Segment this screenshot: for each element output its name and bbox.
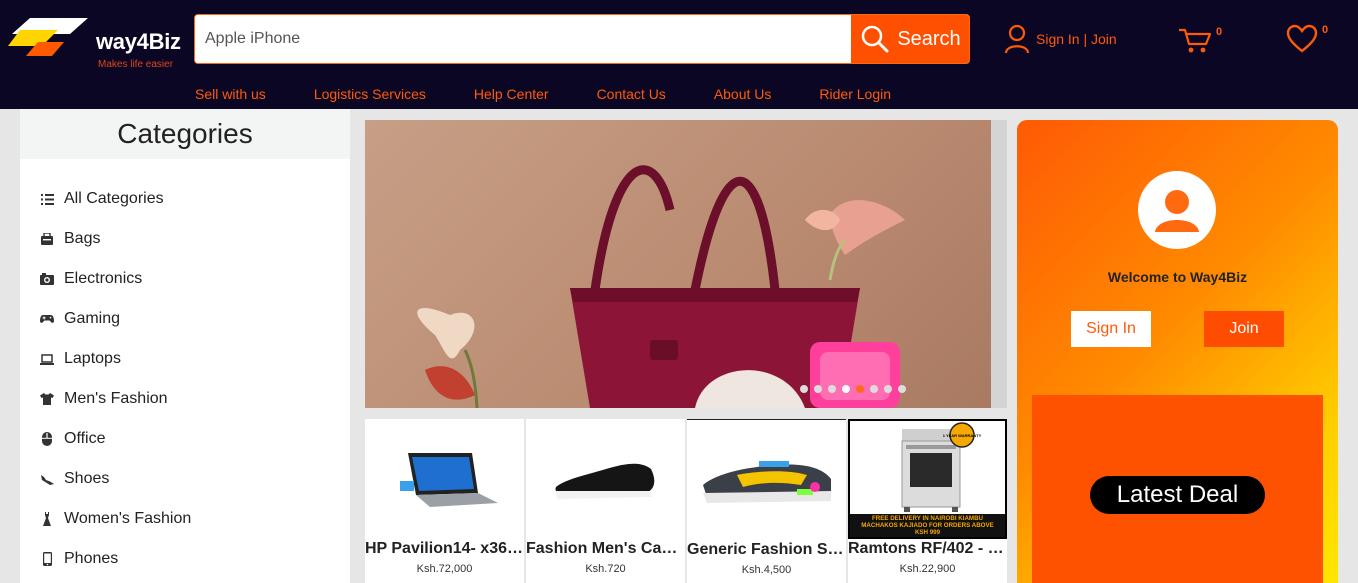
top-nav: Sell with us Logistics Services Help Cen… xyxy=(195,86,939,102)
category-mens-fashion[interactable]: Men's Fashion xyxy=(20,379,350,419)
carousel-dots xyxy=(800,385,906,393)
latest-deal-box: Latest Deal xyxy=(1032,395,1323,583)
categories-panel: Categories All Categories Bags Electroni… xyxy=(20,109,350,583)
product-price: Ksh.720 xyxy=(585,563,626,575)
logo-mark-icon xyxy=(8,18,88,56)
nav-logistics-services[interactable]: Logistics Services xyxy=(314,86,426,102)
avatar xyxy=(1138,171,1216,249)
nav-sell-with-us[interactable]: Sell with us xyxy=(195,86,266,102)
category-label: Phones xyxy=(64,550,119,567)
category-label: Laptops xyxy=(64,350,121,367)
category-label: Bags xyxy=(64,230,101,247)
cart-count: 0 xyxy=(1216,26,1223,38)
join-button[interactable]: Join xyxy=(1204,311,1284,347)
category-shoes[interactable]: Shoes xyxy=(20,459,350,499)
header: way4Biz Makes life easier Search Sign In… xyxy=(0,0,1358,109)
laptop-image xyxy=(365,419,524,539)
product-card[interactable]: HP Pavilion14- x360 Touchscreen Ksh.72,0… xyxy=(365,419,524,583)
category-bags[interactable]: Bags xyxy=(20,219,350,259)
cart-icon xyxy=(1179,28,1212,53)
carousel-dot[interactable] xyxy=(842,385,850,393)
category-all-categories[interactable]: All Categories xyxy=(20,179,350,219)
product-card[interactable]: 1 YEAR WARRANTY FREE DELIVERY IN NAIROBI… xyxy=(848,419,1007,583)
category-label: Men's Fashion xyxy=(64,390,168,407)
carousel-dot[interactable] xyxy=(884,385,892,393)
mouse-icon xyxy=(40,432,54,446)
shoe-icon xyxy=(40,472,54,486)
product-row: HP Pavilion14- x360 Touchscreen Ksh.72,0… xyxy=(365,419,1007,583)
cart-button[interactable]: 0 xyxy=(1178,26,1222,54)
heart-icon xyxy=(1286,24,1318,53)
category-label: Women's Fashion xyxy=(64,510,192,527)
product-card[interactable]: Fashion Men's Casual Shoes Ksh.720 xyxy=(526,419,685,583)
carousel-dot[interactable] xyxy=(800,385,808,393)
carousel-dot[interactable] xyxy=(828,385,836,393)
wishlist-count: 0 xyxy=(1322,24,1329,36)
signin-join-label: Sign In | Join xyxy=(1036,31,1117,47)
product-name: Fashion Men's Casual Shoes xyxy=(526,540,685,557)
sneaker-image xyxy=(687,420,846,540)
laptop-icon xyxy=(40,352,54,366)
delivery-promo-text: FREE DELIVERY IN NAIROBI KIAMBU MACHAKOS… xyxy=(861,515,994,536)
search-input[interactable] xyxy=(195,15,851,63)
category-phones[interactable]: Phones xyxy=(20,539,350,579)
handbag-promo-image xyxy=(417,165,905,408)
category-label: Office xyxy=(64,430,106,447)
carousel-dot[interactable] xyxy=(898,385,906,393)
category-laptops[interactable]: Laptops xyxy=(20,339,350,379)
search-bar: Search xyxy=(194,14,970,64)
brand-name: way4Biz xyxy=(96,29,181,54)
hero-banner[interactable] xyxy=(365,120,991,408)
category-label: Shoes xyxy=(64,470,110,487)
camera-icon xyxy=(40,272,54,286)
latest-deal-button[interactable]: Latest Deal xyxy=(1090,476,1265,514)
nav-help-center[interactable]: Help Center xyxy=(474,86,549,102)
warranty-badge-text: 1 YEAR WARRANTY xyxy=(943,433,982,438)
category-gaming[interactable]: Gaming xyxy=(20,299,350,339)
welcome-panel: Welcome to Way4Biz Sign In Join Latest D… xyxy=(1017,120,1338,583)
brand-tagline: Makes life easier xyxy=(98,59,174,70)
brand-logo[interactable]: way4Biz Makes life easier xyxy=(8,14,188,70)
category-electronics[interactable]: Electronics xyxy=(20,259,350,299)
black-shoe-image xyxy=(526,419,685,539)
dress-icon xyxy=(40,512,54,526)
carousel-dot[interactable] xyxy=(870,385,878,393)
search-button-label: Search xyxy=(897,27,961,50)
phone-icon xyxy=(40,552,54,566)
banner-scrollbar[interactable] xyxy=(991,120,1007,408)
wishlist-button[interactable]: 0 xyxy=(1286,24,1328,54)
user-icon xyxy=(1004,24,1030,54)
product-name: Ramtons RF/402 - Cooker xyxy=(848,540,1007,557)
product-price: Ksh.72,000 xyxy=(416,563,473,575)
category-label: Electronics xyxy=(64,270,143,287)
bag-icon xyxy=(40,232,54,246)
category-label: Gaming xyxy=(64,310,121,327)
product-name: Generic Fashion Sneakers xyxy=(687,541,846,558)
search-button[interactable]: Search xyxy=(851,15,969,63)
search-icon xyxy=(862,25,889,53)
user-avatar-icon xyxy=(1155,190,1199,232)
list-icon xyxy=(40,192,54,206)
carousel-dot-active[interactable] xyxy=(856,385,864,393)
signin-button[interactable]: Sign In xyxy=(1071,311,1151,347)
signin-join-link[interactable]: Sign In | Join xyxy=(1004,24,1117,54)
category-womens-fashion[interactable]: Women's Fashion xyxy=(20,499,350,539)
tshirt-icon xyxy=(40,392,54,406)
product-price: Ksh.22,900 xyxy=(899,563,956,575)
cooker-image: 1 YEAR WARRANTY FREE DELIVERY IN NAIROBI… xyxy=(848,419,1007,539)
category-office[interactable]: Office xyxy=(20,419,350,459)
nav-contact-us[interactable]: Contact Us xyxy=(597,86,666,102)
product-card[interactable]: Generic Fashion Sneakers Ksh.4,500 xyxy=(687,419,846,583)
nav-rider-login[interactable]: Rider Login xyxy=(819,86,891,102)
welcome-text: Welcome to Way4Biz xyxy=(1107,269,1248,285)
nav-about-us[interactable]: About Us xyxy=(714,86,772,102)
product-name: HP Pavilion14- x360 Touchscreen xyxy=(365,540,524,557)
carousel-dot[interactable] xyxy=(814,385,822,393)
product-price: Ksh.4,500 xyxy=(741,564,792,576)
categories-list: All Categories Bags Electronics Gaming L… xyxy=(20,159,350,579)
gamepad-icon xyxy=(40,312,54,326)
categories-title: Categories xyxy=(20,109,350,159)
category-label: All Categories xyxy=(64,190,164,207)
